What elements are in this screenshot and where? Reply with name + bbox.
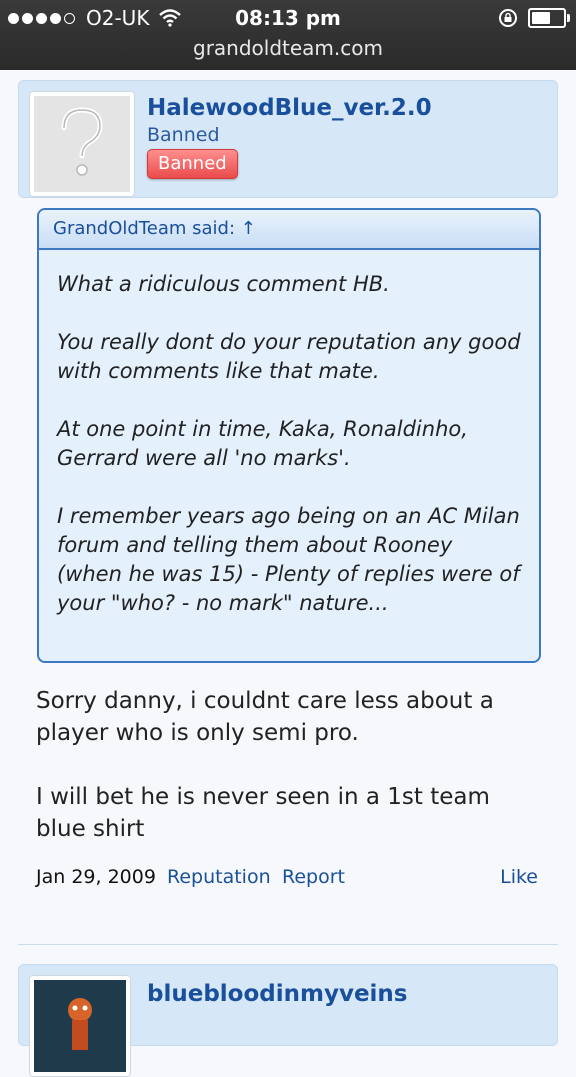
rotation-lock-icon bbox=[499, 9, 517, 27]
quote-header-link[interactable]: GrandOldTeam said: ↑ bbox=[39, 210, 539, 250]
next-post-author-card: bluebloodinmyveins bbox=[18, 964, 558, 1077]
username-link[interactable]: HalewoodBlue_ver.2.0 bbox=[147, 95, 432, 121]
clock: 08:13 pm bbox=[235, 6, 341, 30]
quote-paragraph: At one point in time, Kaka, Ronaldinho, … bbox=[57, 417, 468, 470]
post-date[interactable]: Jan 29, 2009 bbox=[36, 866, 156, 888]
battery-icon bbox=[528, 8, 570, 28]
user-title: Banned bbox=[147, 124, 220, 146]
address-bar-url[interactable]: grandoldteam.com bbox=[0, 36, 576, 60]
username-link[interactable]: bluebloodinmyveins bbox=[147, 981, 408, 1007]
quote-block: GrandOldTeam said: ↑ What a ridiculous c… bbox=[37, 208, 541, 663]
reputation-link[interactable]: Reputation bbox=[167, 866, 271, 888]
post-divider bbox=[18, 944, 558, 945]
status-indicators bbox=[498, 8, 570, 28]
post-meta: Jan 29, 2009 Reputation Report Like bbox=[36, 866, 538, 892]
quote-paragraph: What a ridiculous comment HB. bbox=[57, 272, 390, 296]
post-message: Sorry danny, i couldnt care less about a… bbox=[36, 685, 536, 877]
banned-badge: Banned bbox=[147, 149, 238, 179]
like-link[interactable]: Like bbox=[500, 866, 538, 888]
quote-paragraph: You really dont do your reputation any g… bbox=[57, 330, 521, 383]
mascot-avatar-icon bbox=[34, 980, 126, 1072]
report-link[interactable]: Report bbox=[282, 866, 345, 888]
status-bar: O2-UK 08:13 pm grandoldteam.com bbox=[0, 0, 576, 70]
message-paragraph: I will bet he is never seen in a 1st tea… bbox=[36, 784, 490, 842]
avatar[interactable] bbox=[29, 91, 135, 197]
quote-body: What a ridiculous comment HB. You really… bbox=[39, 250, 539, 618]
avatar[interactable] bbox=[29, 975, 131, 1077]
quote-paragraph: I remember years ago being on an AC Mila… bbox=[57, 504, 520, 615]
battery-level bbox=[532, 12, 550, 24]
question-mark-icon bbox=[61, 107, 103, 176]
post-author-card: HalewoodBlue_ver.2.0 Banned Banned bbox=[18, 80, 558, 198]
message-paragraph: Sorry danny, i couldnt care less about a… bbox=[36, 688, 494, 746]
